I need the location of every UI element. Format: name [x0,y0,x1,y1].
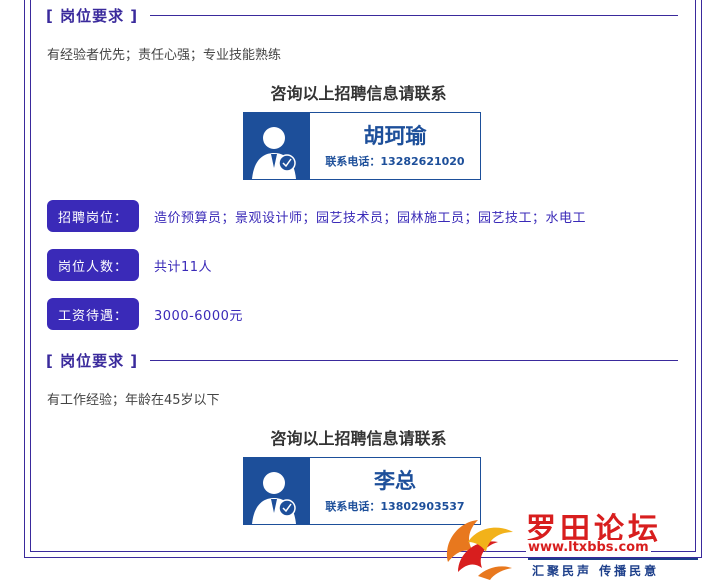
watermark-underline [528,558,698,560]
phoenix-logo-icon [447,520,513,580]
person-avatar-icon [244,458,310,524]
salary-value: 3000-6000元 [154,308,243,324]
position-value: 造价预算员；景观设计师；园艺技术员；园林施工员；园艺技工；水电工 [154,210,587,226]
contact-card: 胡珂瑜 联系电话：13282621020 [243,112,481,180]
section-header-requirements-2: [ 岗位要求 ] [46,349,678,371]
requirement-text: 有经验者优先；责任心强；专业技能熟练 [47,48,282,63]
contact-name: 胡珂瑜 [363,124,427,148]
contact-name: 李总 [374,469,416,493]
position-label-pill: 招聘岗位： [47,200,139,232]
count-label-pill: 岗位人数： [47,249,139,281]
watermark-slogan: 汇聚民声 传播民意 [532,564,660,578]
person-avatar-icon [244,113,310,179]
job-count-row: 岗位人数： 共计11人 [47,249,212,281]
consult-title: 咨询以上招聘信息请联系 [270,429,447,448]
forum-watermark: 罗田论坛 www.ltxbbs.com 汇聚民声 传播民意 [436,500,717,585]
section-divider [150,14,678,16]
watermark-url[interactable]: www.ltxbbs.com [526,540,651,555]
section-header-requirements-1: [ 岗位要求 ] [46,4,678,26]
section-title: [ 岗位要求 ] [46,351,139,370]
consult-title: 咨询以上招聘信息请联系 [270,84,447,103]
section-divider [150,359,678,361]
count-value: 共计11人 [154,259,213,275]
job-position-row: 招聘岗位： 造价预算员；景观设计师；园艺技术员；园林施工员；园艺技工；水电工 [47,200,586,232]
requirement-text: 有工作经验；年龄在45岁以下 [47,393,220,408]
job-salary-row: 工资待遇： 3000-6000元 [47,298,243,330]
contact-phone[interactable]: 联系电话：13282621020 [325,153,464,169]
section-title: [ 岗位要求 ] [46,6,139,25]
contact-info: 胡珂瑜 联系电话：13282621020 [310,113,480,179]
salary-label-pill: 工资待遇： [47,298,139,330]
